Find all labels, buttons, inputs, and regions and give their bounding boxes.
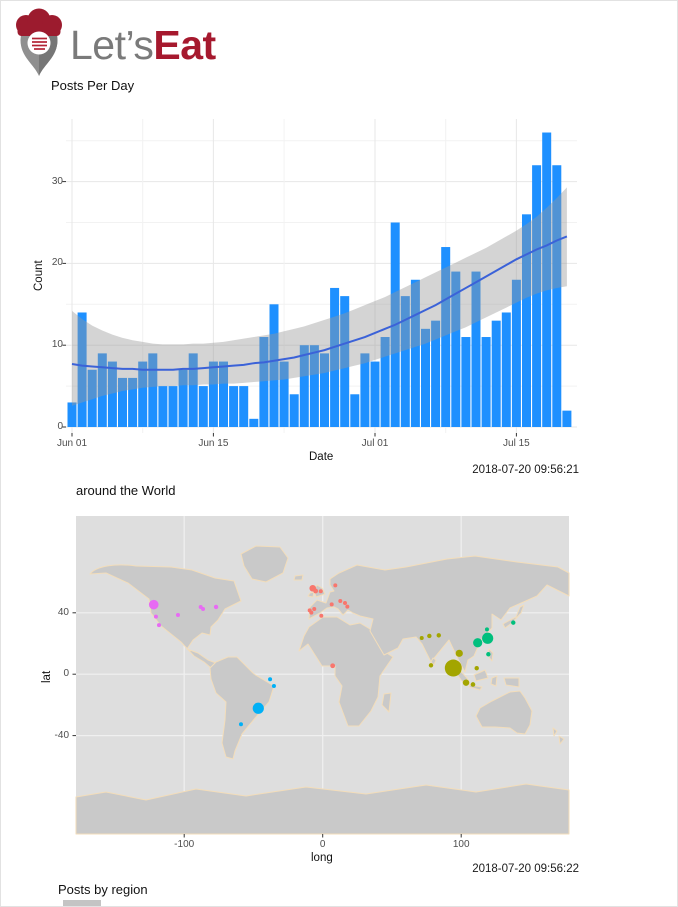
tick-label: -40 — [54, 729, 69, 741]
tick-label: 0 — [57, 421, 63, 432]
bar-yaxis-title: Count — [33, 260, 45, 291]
brand-lets: Let’s — [70, 21, 154, 68]
timestamp-2: 2018-07-20 09:56:22 — [472, 863, 579, 875]
tick-label: 100 — [452, 839, 470, 850]
tick-label: Jun 01 — [56, 438, 88, 449]
iceland — [293, 574, 304, 581]
tick-label: -100 — [174, 839, 195, 850]
chef-hat-pin-icon — [16, 8, 62, 76]
brand-name: Let’sEat — [70, 21, 216, 68]
tick-label: Jul 01 — [361, 438, 389, 449]
lets-eat-logo: Let’sEat — [11, 8, 216, 81]
world-map-plot — [72, 516, 570, 838]
posts-by-region-title: Posts by region — [58, 882, 148, 897]
tick-label: Jul 15 — [503, 438, 530, 449]
tick-label: Jun 15 — [198, 438, 229, 449]
posts-per-day-title: Posts Per Day — [51, 78, 135, 93]
map-xaxis-title: long — [311, 852, 333, 864]
menu-card — [27, 31, 51, 55]
bar-xaxis-title: Date — [309, 451, 334, 463]
timestamp-1: 2018-07-20 09:56:21 — [472, 464, 579, 476]
brand-eat: Eat — [153, 21, 216, 68]
posts-per-day-plot — [62, 119, 577, 437]
tick-label: 40 — [57, 606, 69, 618]
tick-label: 30 — [51, 175, 63, 187]
world-map-title: around the World — [76, 483, 176, 498]
next-chart-sliver — [63, 900, 101, 906]
report-page: Let’sEat Posts Per Day Jun 01 Jun 15 Jul 0… — [0, 0, 678, 907]
map-yaxis-title: lat — [41, 670, 53, 683]
tick-label: 10 — [51, 339, 63, 351]
tick-label: 0 — [319, 839, 326, 850]
